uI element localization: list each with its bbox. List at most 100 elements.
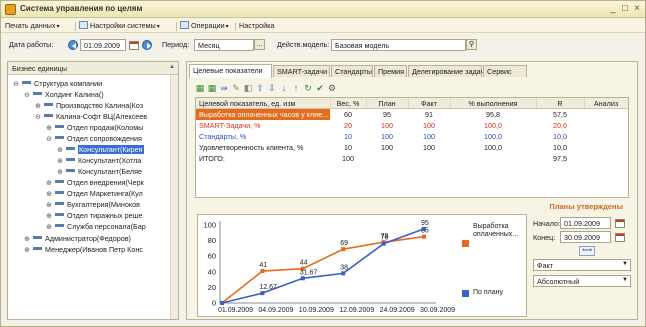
unit-icon xyxy=(55,213,64,216)
tree-node[interactable]: ⊖ Структура компании xyxy=(12,78,102,89)
data-point xyxy=(341,247,346,252)
tree-node[interactable]: ⊕ Бухгалтерия(Миноков xyxy=(45,199,140,210)
pencil-icon[interactable]: ✎ xyxy=(231,83,241,93)
calendar-icon[interactable] xyxy=(615,219,625,228)
table-row[interactable]: SMART-Задачи, % 20 100 100 100,0 20,0 xyxy=(196,120,628,131)
tab-0[interactable]: Целевые показатели xyxy=(189,64,272,78)
table-row[interactable]: Выработка оплаченных часов у клие... 60 95… xyxy=(196,109,628,120)
model-field[interactable]: Базовая модель xyxy=(331,39,466,51)
menu-setup[interactable]: Настройка xyxy=(239,21,274,30)
tree-node[interactable]: ⊕ Администратор(Федоров) xyxy=(23,233,131,244)
table-row[interactable]: Удовлетворенность клиента, % 10 100 100 100,… xyxy=(196,142,628,153)
column-header[interactable]: Целевой показатель, ед. изм xyxy=(196,98,330,109)
calendar-icon[interactable] xyxy=(129,41,139,50)
data-point xyxy=(220,301,224,305)
tree-scrollbar[interactable] xyxy=(170,75,178,319)
unit-icon xyxy=(66,158,75,161)
column-header[interactable]: Анализ xyxy=(584,98,628,109)
tree-node-label: Отдел продаж(Коломы xyxy=(67,123,144,132)
prev-date-button[interactable] xyxy=(68,40,78,50)
work-date-field[interactable]: 01.09.2009 xyxy=(80,39,126,51)
column-separator xyxy=(536,98,537,109)
tree-node[interactable]: ⊕ Отдел продаж(Коломы xyxy=(45,122,143,133)
tree-node[interactable]: ⊕ Консультант(Кирея xyxy=(56,144,144,155)
column-header[interactable]: Факт xyxy=(408,98,450,109)
tree-node[interactable]: ⊕ Консультант(Хотла xyxy=(56,155,141,166)
calendar-icon[interactable] xyxy=(615,233,625,242)
end-date-field[interactable]: 30.09.2009 xyxy=(560,231,611,243)
tree-node[interactable]: ⊖ Отдел сопровождения xyxy=(45,133,142,144)
delete-icon[interactable]: ◧ xyxy=(243,83,253,93)
series-line-0 xyxy=(221,235,425,304)
tree-node[interactable]: ⊕ Отдел Маркетинга(Кул xyxy=(45,188,143,199)
menu-operations-label: Операции xyxy=(191,21,225,30)
unit-icon xyxy=(55,136,64,139)
sort-asc-icon[interactable]: ↓ xyxy=(279,83,289,93)
maximize-button[interactable]: □ xyxy=(619,3,631,15)
tree-node[interactable]: ⊕ Менеджер(Иванов Петр Конс xyxy=(23,244,143,255)
x-tick-label: 04.09.2009 xyxy=(258,307,293,314)
end-label: Конец: xyxy=(533,233,556,242)
tree-node-label: Консультант(Беляе xyxy=(78,167,142,176)
scale-type-selected: Абсолютный xyxy=(537,277,580,286)
tab-3[interactable]: Премия xyxy=(374,65,407,77)
sort-icon[interactable]: ▲ xyxy=(169,64,175,70)
refresh-icon[interactable]: ↻ xyxy=(303,83,313,93)
minimize-button[interactable]: _ xyxy=(607,3,619,15)
chevron-down-icon: ▾ xyxy=(156,24,160,30)
column-header[interactable]: План xyxy=(366,98,408,109)
move-up-icon[interactable]: ⇧ xyxy=(255,83,265,93)
table-cell: 60 xyxy=(344,110,352,119)
expand-icon[interactable]: ⊕ xyxy=(45,222,53,233)
collapse-icon[interactable]: ⊖ xyxy=(23,90,31,101)
menu-operations[interactable]: Операции▾ xyxy=(180,21,229,30)
tree-node[interactable]: ⊕ Служба персонала(Бар xyxy=(45,221,146,232)
close-button[interactable]: × xyxy=(631,3,643,15)
x-tick-label: 30.09.2009 xyxy=(420,307,455,314)
collapse-icon[interactable]: ⊖ xyxy=(45,134,53,145)
next-date-button[interactable] xyxy=(142,40,152,50)
tree-node[interactable]: ⊕ Отдел внедрения(Черк xyxy=(45,177,144,188)
tree-header-label: Бизнес единицы xyxy=(12,64,67,73)
title-bar: Система управления по целям _ □ × xyxy=(1,1,645,18)
column-separator xyxy=(450,98,451,109)
edit-icon[interactable]: ⇛ xyxy=(219,83,229,93)
add-icon[interactable]: ▦ xyxy=(195,83,205,93)
tab-1[interactable]: SMART-задачи xyxy=(273,65,330,77)
gear-icon[interactable]: ⚙ xyxy=(327,83,337,93)
column-header[interactable]: % выполнения xyxy=(450,98,536,109)
tree-node[interactable]: ⊖ Холдинг Калина() xyxy=(23,89,104,100)
add-copy-icon[interactable]: ▦ xyxy=(207,83,217,93)
chevron-down-icon: ▾ xyxy=(56,24,60,30)
chart-legend: Выработка оплаченных... По плану xyxy=(460,215,526,315)
move-down-icon[interactable]: ⇩ xyxy=(267,83,277,93)
tab-2[interactable]: Стандарты xyxy=(331,65,373,77)
column-header[interactable]: R xyxy=(536,98,584,109)
collapse-icon[interactable]: ⊖ xyxy=(34,112,42,123)
checkmark-icon[interactable]: ✔ xyxy=(315,83,325,93)
menu-settings[interactable]: Настройки системы▾ xyxy=(79,21,160,30)
total-label: ИТОГО: xyxy=(199,154,225,163)
table-row[interactable]: Стандарты, % 10 100 100 100,0 10,0 xyxy=(196,131,628,142)
chevron-down-icon: ▾ xyxy=(225,24,229,30)
tab-4[interactable]: Делегирование задач xyxy=(408,65,484,77)
column-header[interactable]: Вес, % xyxy=(330,98,366,109)
search-icon[interactable]: ⚲ xyxy=(466,39,477,50)
legend-label-fact: Выработка оплаченных... xyxy=(473,223,519,238)
menu-print[interactable]: Печать данных▾ xyxy=(5,21,59,30)
expand-icon[interactable]: ⊕ xyxy=(23,245,31,256)
scale-type-select[interactable]: Абсолютный ▼ xyxy=(533,275,631,287)
tree-node[interactable]: ⊕ Консультант(Беляе xyxy=(56,166,142,177)
value-type-select[interactable]: Факт ▼ xyxy=(533,259,631,271)
tree-node[interactable]: ⊕ Производство Калина(Коз xyxy=(34,100,143,111)
period-shift-button[interactable]: ⟺ xyxy=(579,246,595,256)
start-date-field[interactable]: 01.09.2009 xyxy=(560,217,611,229)
period-select-button[interactable]: … xyxy=(254,39,265,50)
tree-node[interactable]: ⊕ Отдел тиражных реше xyxy=(45,210,142,221)
collapse-icon[interactable]: ⊖ xyxy=(12,79,20,90)
tree-node[interactable]: ⊖ Калина-Софт ВЦ(Алексеев xyxy=(34,111,147,122)
sort-desc-icon[interactable]: ↑ xyxy=(291,83,301,93)
tree-node-label: Холдинг Калина() xyxy=(45,90,104,99)
tab-5[interactable]: Сервис xyxy=(483,65,527,77)
period-field[interactable]: Месяц xyxy=(194,39,254,51)
